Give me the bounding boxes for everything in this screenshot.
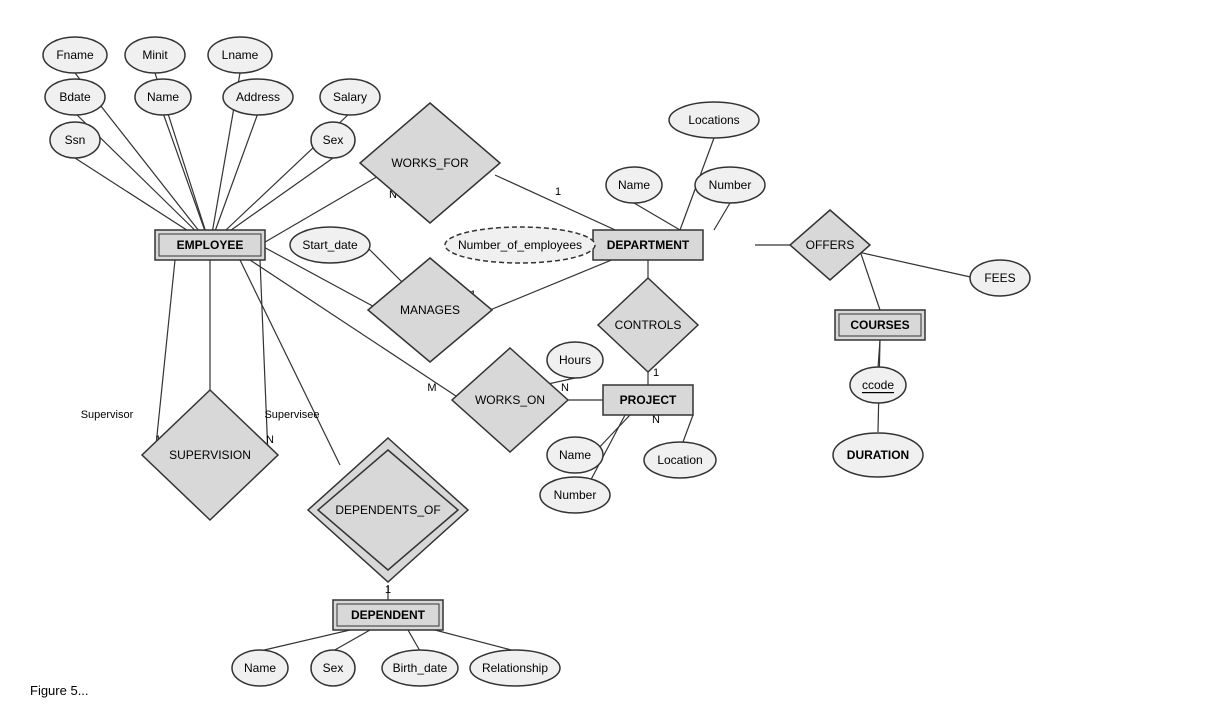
card-n-works-on: N [561, 382, 569, 394]
relationship-label: Relationship [482, 661, 548, 675]
project-label: PROJECT [620, 393, 677, 407]
name-emp-label: Name [147, 90, 179, 104]
name-proj-label: Name [559, 448, 591, 462]
lname-label: Lname [222, 48, 259, 62]
courses-label: COURSES [850, 318, 909, 332]
offers-label: OFFERS [806, 238, 855, 252]
birth-date-label: Birth_date [393, 661, 448, 675]
number-dept-label: Number [709, 178, 752, 192]
controls-label: CONTROLS [615, 318, 682, 332]
sex-emp-label: Sex [323, 133, 344, 147]
address-label: Address [236, 90, 280, 104]
card-m-works-on: M [427, 382, 436, 394]
salary-label: Salary [333, 90, 367, 104]
label-supervisee: Supervisee [264, 409, 319, 421]
number-proj-label: Number [554, 488, 597, 502]
card-1-works-for: 1 [555, 186, 561, 198]
num-emp-label: Number_of_employees [458, 238, 582, 252]
ccode-label: ccode [862, 378, 894, 392]
works-for-label: WORKS_FOR [391, 156, 469, 170]
card-1-dependents: 1 [385, 584, 391, 596]
card-n-controls: N [652, 414, 660, 426]
dependent-label: DEPENDENT [351, 608, 426, 622]
hours-label: Hours [559, 353, 591, 367]
bdate-label: Bdate [59, 90, 91, 104]
ssn-label: Ssn [65, 133, 86, 147]
sex-dep-label: Sex [323, 661, 344, 675]
fname-label: Fname [56, 48, 94, 62]
name-dep-label: Name [244, 661, 276, 675]
card-1-controls: 1 [653, 367, 659, 379]
duration-label: DURATION [847, 448, 909, 462]
location-proj-label: Location [657, 453, 702, 467]
employee-label: EMPLOYEE [177, 238, 244, 252]
label-supervisor: Supervisor [81, 409, 134, 421]
er-diagram-svg: N 1 1 1 M N 1 N 1 N 1 N Supervisor Super… [0, 0, 1218, 705]
minit-label: Minit [142, 48, 168, 62]
er-diagram-container: N 1 1 1 M N 1 N 1 N 1 N Supervisor Super… [0, 0, 1218, 705]
fees-label: FEES [984, 271, 1015, 285]
works-on-label: WORKS_ON [475, 393, 545, 407]
dependents-of-label: DEPENDENTS_OF [335, 503, 440, 517]
locations-label: Locations [688, 113, 739, 127]
manages-label: MANAGES [400, 303, 460, 317]
figure-caption: Figure 5... [30, 683, 89, 698]
name-dept-label: Name [618, 178, 650, 192]
start-date-label: Start_date [302, 238, 358, 252]
supervision-label: SUPERVISION [169, 448, 251, 462]
department-label: DEPARTMENT [607, 238, 690, 252]
